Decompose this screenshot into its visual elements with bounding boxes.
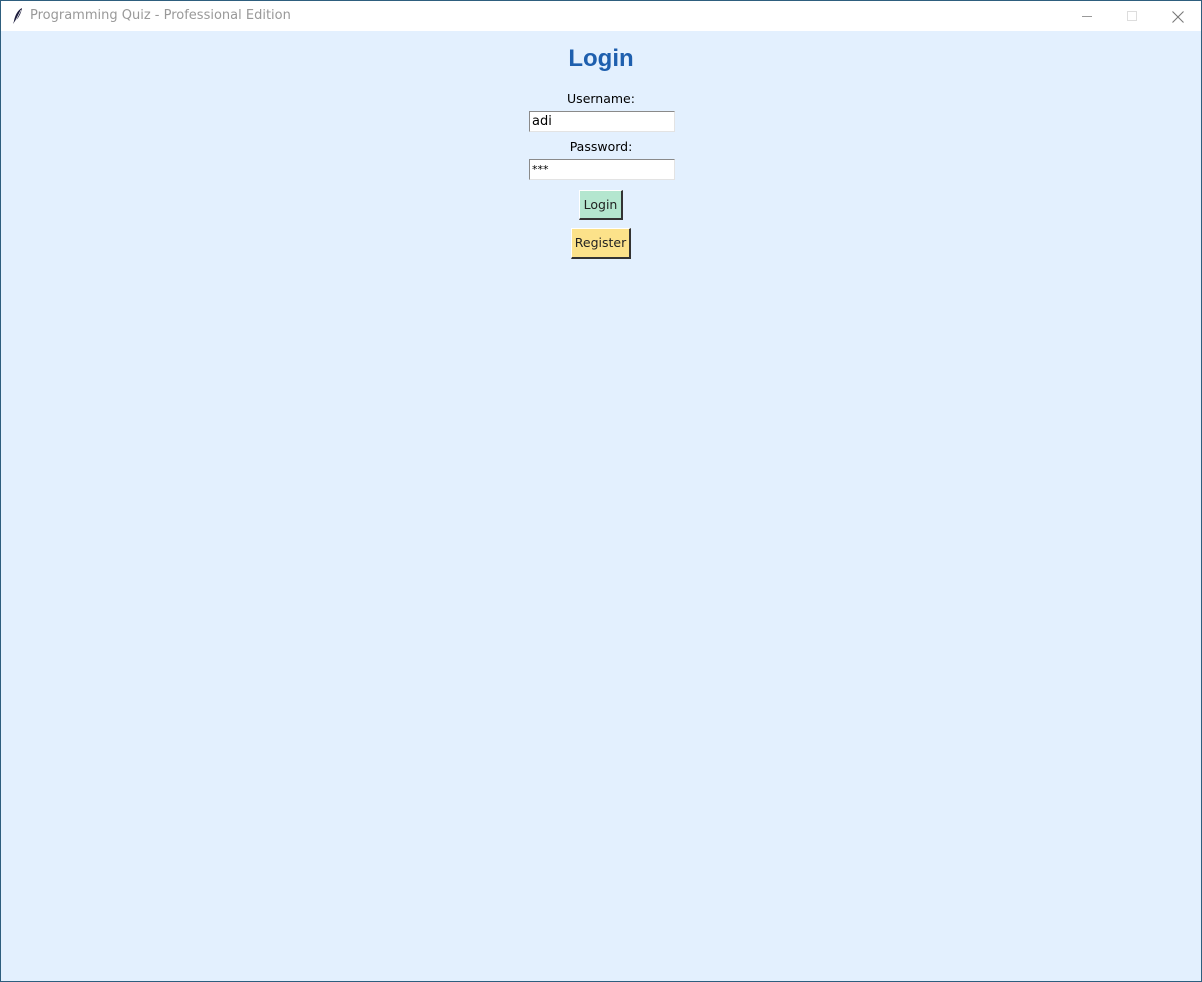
login-panel: Login Username: Password: Login Register xyxy=(1,31,1201,981)
register-button[interactable]: Register xyxy=(571,228,631,259)
maximize-button[interactable] xyxy=(1110,1,1155,31)
password-input[interactable] xyxy=(529,159,675,180)
title-bar[interactable]: Programming Quiz - Professional Edition xyxy=(1,1,1201,31)
app-window: Programming Quiz - Professional Edition … xyxy=(0,0,1202,982)
page-title: Login xyxy=(568,45,634,72)
close-icon xyxy=(1172,11,1184,23)
window-title: Programming Quiz - Professional Edition xyxy=(30,8,291,23)
close-button[interactable] xyxy=(1155,1,1200,31)
minimize-icon xyxy=(1082,16,1092,17)
username-input[interactable] xyxy=(529,111,675,132)
password-label: Password: xyxy=(569,139,633,154)
username-label: Username: xyxy=(567,91,635,106)
minimize-button[interactable] xyxy=(1065,1,1110,31)
feather-icon xyxy=(11,7,25,25)
maximize-icon xyxy=(1127,11,1137,21)
login-button[interactable]: Login xyxy=(579,190,623,220)
